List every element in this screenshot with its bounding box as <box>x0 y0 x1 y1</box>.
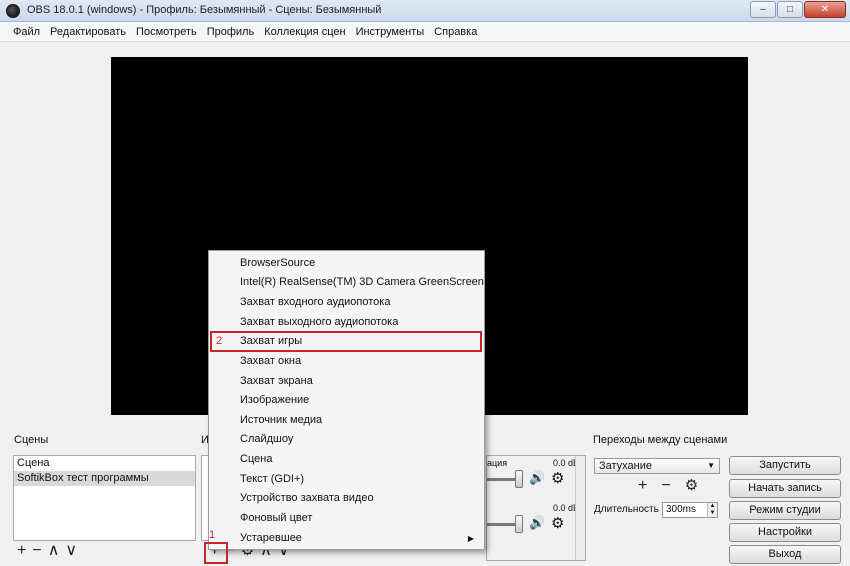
scene-item[interactable]: Сцена <box>14 456 195 471</box>
menu-view[interactable]: Посмотреть <box>131 22 202 42</box>
mixer-scrollbar[interactable] <box>575 456 585 560</box>
mixer-label: ация <box>487 458 508 468</box>
audio-mixer: ация 0.0 dB 🔊 ⚙ 0.0 dB 🔊 ⚙ <box>486 455 586 561</box>
menu-tools[interactable]: Инструменты <box>351 22 430 42</box>
window-controls: – □ ✕ <box>750 1 846 18</box>
close-button[interactable]: ✕ <box>804 1 846 18</box>
obs-logo-icon <box>6 4 20 18</box>
move-up-icon[interactable]: ∧ <box>48 543 60 559</box>
transition-toolbar: + − ⚙ <box>638 478 698 494</box>
menu-item-slideshow[interactable]: Слайдшоу <box>209 430 484 449</box>
add-scene-icon[interactable]: + <box>17 543 26 559</box>
transitions-title: Переходы между сценами <box>593 434 728 446</box>
menu-item-text-gdi[interactable]: Текст (GDI+) <box>209 470 484 489</box>
mixer-row: ация 0.0 dB 🔊 ⚙ <box>487 456 585 506</box>
menu-file[interactable]: Файл <box>8 22 45 42</box>
game-capture-highlight <box>210 331 482 352</box>
transition-gear-icon[interactable]: ⚙ <box>685 478 698 494</box>
add-transition-icon[interactable]: + <box>638 478 647 494</box>
step-2-label: 2 <box>216 335 223 347</box>
menu-item-window-capture[interactable]: Захват окна <box>209 352 484 371</box>
settings-button[interactable]: Настройки <box>729 523 841 542</box>
window-title: OBS 18.0.1 (windows) - Профиль: Безымянн… <box>27 4 382 16</box>
minimize-button[interactable]: – <box>750 1 776 18</box>
exit-button[interactable]: Выход <box>729 545 841 564</box>
step-1-label: 1 <box>209 529 216 541</box>
menu-item-scene[interactable]: Сцена <box>209 450 484 469</box>
start-record-button[interactable]: Начать запись <box>729 479 841 498</box>
menu-item-video-capture[interactable]: Устройство захвата видео <box>209 489 484 508</box>
speaker-icon[interactable]: 🔊 <box>529 470 545 486</box>
remove-transition-icon[interactable]: − <box>661 478 670 494</box>
menu-help[interactable]: Справка <box>429 22 482 42</box>
menu-item-image[interactable]: Изображение <box>209 391 484 410</box>
title-bar: OBS 18.0.1 (windows) - Профиль: Безымянн… <box>0 0 850 22</box>
menu-item-audio-input[interactable]: Захват входного аудиопотока <box>209 293 484 312</box>
menu-profile[interactable]: Профиль <box>202 22 260 42</box>
menu-item-browser-source[interactable]: BrowserSource <box>209 254 484 273</box>
submenu-arrow-icon: ▶ <box>467 534 474 543</box>
menu-edit[interactable]: Редактировать <box>45 22 131 42</box>
mixer-row: 0.0 dB 🔊 ⚙ <box>487 501 585 551</box>
transition-select-value: Затухание <box>599 460 653 472</box>
scenes-toolbar: + − ∧ ∨ <box>17 543 77 559</box>
transition-select[interactable]: Затухание ▼ <box>594 458 720 474</box>
studio-mode-button[interactable]: Режим студии <box>729 501 841 520</box>
remove-scene-icon[interactable]: − <box>32 543 41 559</box>
speaker-icon[interactable]: 🔊 <box>529 515 545 531</box>
volume-slider-handle[interactable] <box>515 470 523 488</box>
scenes-list[interactable]: Сцена SoftikBox тест программы <box>13 455 196 541</box>
volume-slider-handle[interactable] <box>515 515 523 533</box>
add-source-highlight <box>204 542 228 564</box>
menu-item-color-source[interactable]: Фоновый цвет <box>209 509 484 528</box>
chevron-down-icon: ▼ <box>707 461 715 470</box>
menu-item-deprecated-label: Устаревшее <box>240 532 302 544</box>
gear-icon[interactable]: ⚙ <box>551 469 564 487</box>
maximize-button[interactable]: □ <box>777 1 803 18</box>
duration-spinbox[interactable]: 300ms ▲ ▼ <box>662 502 718 518</box>
start-stream-button[interactable]: Запустить трансляцию <box>729 456 841 488</box>
add-source-context-menu: BrowserSource Intel(R) RealSense(TM) 3D … <box>208 250 485 550</box>
spin-arrows-icon[interactable]: ▲ ▼ <box>707 503 717 517</box>
duration-value: 300ms <box>666 504 697 515</box>
scenes-title: Сцены <box>14 434 49 446</box>
menu-item-audio-output[interactable]: Захват выходного аудиопотока <box>209 313 484 332</box>
gear-icon[interactable]: ⚙ <box>551 514 564 532</box>
scene-item-selected[interactable]: SoftikBox тест программы <box>14 471 195 486</box>
menu-item-display-capture[interactable]: Захват экрана <box>209 372 484 391</box>
menu-item-realsense[interactable]: Intel(R) RealSense(TM) 3D Camera GreenSc… <box>209 273 484 292</box>
duration-label: Длительность <box>594 504 659 515</box>
menu-bar: Файл Редактировать Посмотреть Профиль Ко… <box>0 22 850 42</box>
menu-scene-collection[interactable]: Коллекция сцен <box>259 22 350 42</box>
move-down-icon[interactable]: ∨ <box>65 543 77 559</box>
menu-item-deprecated[interactable]: Устаревшее ▶ <box>209 529 484 548</box>
menu-item-media-source[interactable]: Источник медиа <box>209 411 484 430</box>
